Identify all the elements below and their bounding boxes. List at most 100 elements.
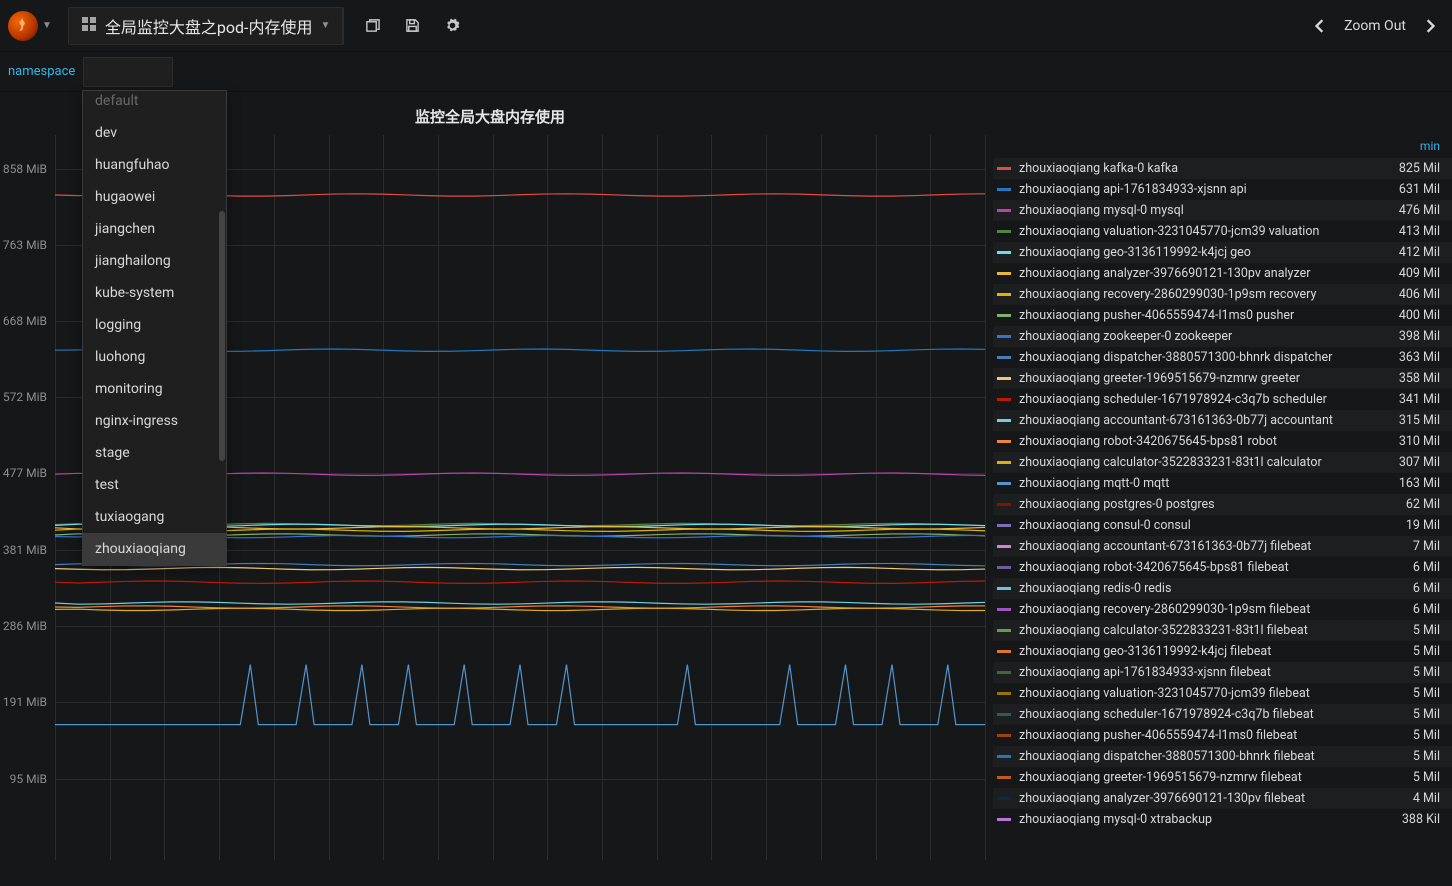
legend-series-value: 341 Mil	[1390, 392, 1440, 407]
legend-series-name: zhouxiaoqiang kafka-0 kafka	[1019, 161, 1382, 176]
legend-series-value: 5 Mil	[1390, 770, 1440, 785]
legend-swatch	[997, 419, 1011, 422]
dropdown-item[interactable]: test	[83, 469, 226, 501]
legend-item[interactable]: zhouxiaoqiang calculator-3522833231-83t1…	[993, 452, 1452, 473]
y-tick-label: 95 MiB	[10, 772, 47, 786]
dashboard-picker[interactable]: 全局监控大盘之pod-内存使用 ▼	[68, 7, 343, 45]
toolbar	[352, 6, 472, 46]
y-tick-label: 191 MiB	[3, 695, 47, 709]
legend-swatch	[997, 251, 1011, 254]
dropdown-item[interactable]: logging	[83, 309, 226, 341]
legend-item[interactable]: zhouxiaoqiang api-1761834933-xjsnn fileb…	[993, 662, 1452, 683]
dropdown-scrollbar[interactable]	[219, 211, 225, 461]
dropdown-item[interactable]: zhouxiaoqiang	[83, 533, 226, 565]
legend-item[interactable]: zhouxiaoqiang robot-3420675645-bps81 fil…	[993, 557, 1452, 578]
legend-series-name: zhouxiaoqiang dispatcher-3880571300-bhnr…	[1019, 749, 1382, 764]
legend-series-name: zhouxiaoqiang pusher-4065559474-l1ms0 pu…	[1019, 308, 1382, 323]
legend-item[interactable]: zhouxiaoqiang zookeeper-0 zookeeper398 M…	[993, 326, 1452, 347]
legend-item[interactable]: zhouxiaoqiang greeter-1969515679-nzmrw g…	[993, 368, 1452, 389]
namespace-dropdown: defaultdevhuangfuhaohugaoweijiangchenjia…	[82, 90, 227, 566]
zoom-out-button[interactable]: Zoom Out	[1334, 7, 1416, 45]
legend-item[interactable]: zhouxiaoqiang mysql-0 xtrabackup388 Kil	[993, 809, 1452, 830]
legend-series-name: zhouxiaoqiang geo-3136119992-k4jcj fileb…	[1019, 644, 1382, 659]
legend-item[interactable]: zhouxiaoqiang consul-0 consul19 Mil	[993, 515, 1452, 536]
legend-item[interactable]: zhouxiaoqiang pusher-4065559474-l1ms0 pu…	[993, 305, 1452, 326]
dropdown-item[interactable]: luohong	[83, 341, 226, 373]
legend-series-value: 310 Mil	[1390, 434, 1440, 449]
settings-button[interactable]	[432, 6, 472, 46]
dropdown-item[interactable]: dev	[83, 117, 226, 149]
dropdown-item[interactable]: stage	[83, 437, 226, 469]
time-back-button[interactable]	[1306, 7, 1334, 45]
legend-item[interactable]: zhouxiaoqiang valuation-3231045770-jcm39…	[993, 683, 1452, 704]
legend-item[interactable]: zhouxiaoqiang robot-3420675645-bps81 rob…	[993, 431, 1452, 452]
legend-series-value: 400 Mil	[1390, 308, 1440, 323]
legend-item[interactable]: zhouxiaoqiang calculator-3522833231-83t1…	[993, 620, 1452, 641]
legend-item[interactable]: zhouxiaoqiang mqtt-0 mqtt163 Mil	[993, 473, 1452, 494]
legend-item[interactable]: zhouxiaoqiang api-1761834933-xjsnn api63…	[993, 179, 1452, 200]
dropdown-item[interactable]: tuxiaogang	[83, 501, 226, 533]
legend-item[interactable]: zhouxiaoqiang pusher-4065559474-l1ms0 fi…	[993, 725, 1452, 746]
legend-item[interactable]: zhouxiaoqiang accountant-673161363-0b77j…	[993, 536, 1452, 557]
share-button[interactable]	[352, 6, 392, 46]
legend-series-value: 5 Mil	[1390, 665, 1440, 680]
series-line	[55, 567, 985, 569]
legend-swatch	[997, 776, 1011, 779]
legend-item[interactable]: zhouxiaoqiang redis-0 redis6 Mil	[993, 578, 1452, 599]
legend-series-name: zhouxiaoqiang postgres-0 postgres	[1019, 497, 1382, 512]
legend-item[interactable]: zhouxiaoqiang greeter-1969515679-nzmrw f…	[993, 767, 1452, 788]
legend-item[interactable]: zhouxiaoqiang recovery-2860299030-1p9sm …	[993, 599, 1452, 620]
dropdown-item[interactable]: monitoring	[83, 373, 226, 405]
y-tick-label: 477 MiB	[3, 466, 47, 480]
zoom-out-label: Zoom Out	[1344, 18, 1406, 34]
dropdown-item[interactable]: nginx-ingress	[83, 405, 226, 437]
dropdown-item[interactable]: huangfuhao	[83, 149, 226, 181]
dropdown-item[interactable]: hugaowei	[83, 181, 226, 213]
legend-item[interactable]: zhouxiaoqiang postgres-0 postgres62 Mil	[993, 494, 1452, 515]
legend-item[interactable]: zhouxiaoqiang mysql-0 mysql476 Mil	[993, 200, 1452, 221]
legend-series-value: 5 Mil	[1390, 707, 1440, 722]
legend-item[interactable]: zhouxiaoqiang scheduler-1671978924-c3q7b…	[993, 704, 1452, 725]
legend-series-name: zhouxiaoqiang mysql-0 xtrabackup	[1019, 812, 1382, 827]
dropdown-item[interactable]: jianghailong	[83, 245, 226, 277]
legend-series-name: zhouxiaoqiang scheduler-1671978924-c3q7b…	[1019, 392, 1382, 407]
series-line	[55, 665, 985, 725]
legend-item[interactable]: zhouxiaoqiang analyzer-3976690121-130pv …	[993, 263, 1452, 284]
legend-item[interactable]: zhouxiaoqiang dispatcher-3880571300-bhnr…	[993, 746, 1452, 767]
legend-item[interactable]: zhouxiaoqiang valuation-3231045770-jcm39…	[993, 221, 1452, 242]
legend-swatch	[997, 377, 1011, 380]
chart-legend: min zhouxiaoqiang kafka-0 kafka825 Milzh…	[985, 135, 1452, 875]
legend-header[interactable]: min	[993, 139, 1452, 154]
legend-item[interactable]: zhouxiaoqiang kafka-0 kafka825 Mil	[993, 158, 1452, 179]
legend-swatch	[997, 755, 1011, 758]
legend-swatch	[997, 692, 1011, 695]
dropdown-item[interactable]: default	[83, 91, 226, 117]
legend-series-name: zhouxiaoqiang zookeeper-0 zookeeper	[1019, 329, 1382, 344]
legend-item[interactable]: zhouxiaoqiang geo-3136119992-k4jcj fileb…	[993, 641, 1452, 662]
legend-item[interactable]: zhouxiaoqiang accountant-673161363-0b77j…	[993, 410, 1452, 431]
legend-item[interactable]: zhouxiaoqiang recovery-2860299030-1p9sm …	[993, 284, 1452, 305]
legend-series-name: zhouxiaoqiang recovery-2860299030-1p9sm …	[1019, 602, 1382, 617]
legend-item[interactable]: zhouxiaoqiang scheduler-1671978924-c3q7b…	[993, 389, 1452, 410]
legend-series-name: zhouxiaoqiang geo-3136119992-k4jcj geo	[1019, 245, 1382, 260]
grafana-logo-menu[interactable]: ▼	[8, 0, 58, 51]
legend-item[interactable]: zhouxiaoqiang analyzer-3976690121-130pv …	[993, 788, 1452, 809]
legend-series-name: zhouxiaoqiang robot-3420675645-bps81 rob…	[1019, 434, 1382, 449]
logo-caret-icon: ▼	[42, 20, 52, 31]
series-line	[55, 602, 985, 604]
legend-swatch	[997, 461, 1011, 464]
time-forward-button[interactable]	[1416, 7, 1444, 45]
series-line	[55, 608, 985, 610]
save-button[interactable]	[392, 6, 432, 46]
legend-item[interactable]: zhouxiaoqiang dispatcher-3880571300-bhnr…	[993, 347, 1452, 368]
legend-swatch	[997, 398, 1011, 401]
legend-swatch	[997, 608, 1011, 611]
dropdown-item[interactable]: kube-system	[83, 277, 226, 309]
y-tick-label: 858 MiB	[3, 162, 47, 176]
legend-series-name: zhouxiaoqiang mysql-0 mysql	[1019, 203, 1382, 218]
variable-select-namespace[interactable]	[83, 57, 173, 87]
dropdown-item[interactable]: jiangchen	[83, 213, 226, 245]
legend-item[interactable]: zhouxiaoqiang geo-3136119992-k4jcj geo41…	[993, 242, 1452, 263]
legend-series-value: 4 Mil	[1390, 791, 1440, 806]
legend-series-value: 413 Mil	[1390, 224, 1440, 239]
